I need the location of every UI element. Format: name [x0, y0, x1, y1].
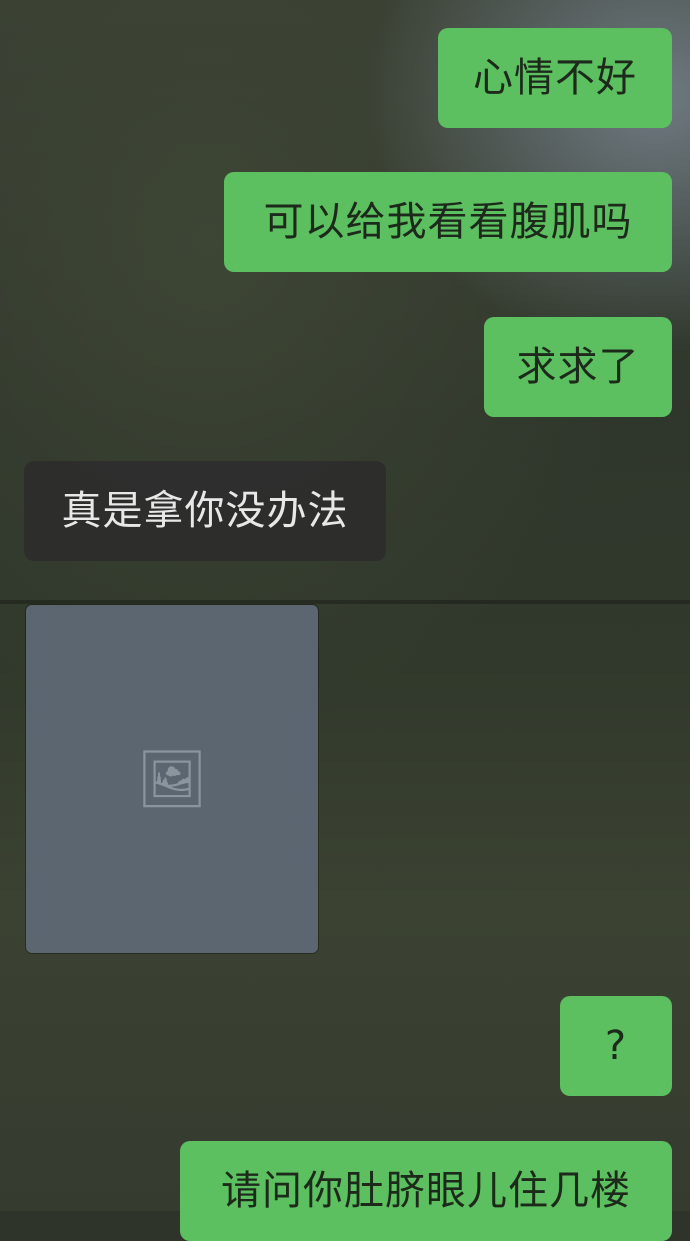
- message-bubble-sent[interactable]: 心情不好: [438, 28, 672, 128]
- message-bubble-sent[interactable]: ?: [560, 996, 672, 1096]
- message-bubble-sent[interactable]: 可以给我看看腹肌吗: [224, 172, 672, 272]
- message-text: 求求了: [516, 344, 640, 390]
- message-bubble-received[interactable]: 真是拿你没办法: [24, 461, 386, 561]
- image-placeholder-icon: 🖼: [136, 747, 208, 812]
- message-text: 真是拿你没办法: [61, 488, 349, 534]
- message-text: 请问你肚脐眼儿住几楼: [221, 1168, 631, 1214]
- message-bubble-sent[interactable]: 请问你肚脐眼儿住几楼: [180, 1141, 672, 1241]
- image-message[interactable]: 🖼: [26, 605, 318, 953]
- message-bubble-sent[interactable]: 求求了: [484, 317, 672, 417]
- message-text: 心情不好: [473, 55, 637, 101]
- message-text: ?: [604, 1023, 628, 1069]
- message-text: 可以给我看看腹肌吗: [263, 199, 633, 245]
